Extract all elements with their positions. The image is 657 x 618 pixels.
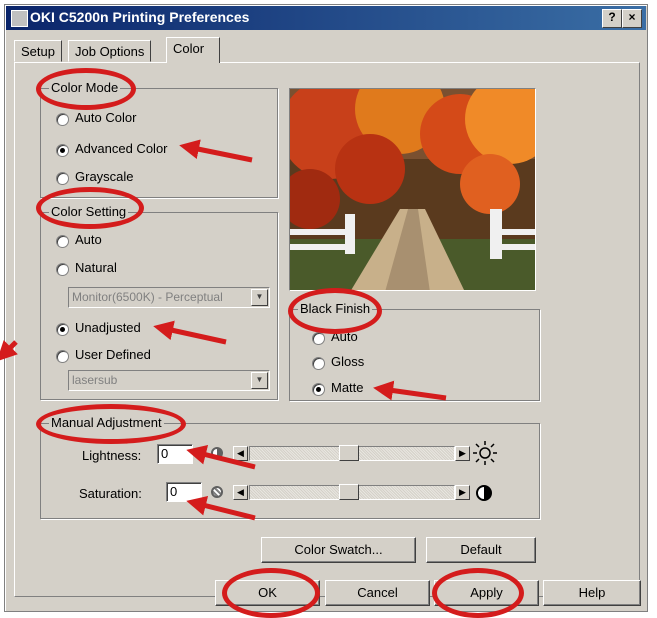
radio-matte[interactable] xyxy=(312,383,325,396)
matte-label: Matte xyxy=(331,380,364,395)
help-title-button[interactable]: ? xyxy=(602,9,622,28)
user-profile-value: lasersub xyxy=(72,373,118,387)
sun-icon xyxy=(472,440,498,466)
radio-grayscale[interactable] xyxy=(56,172,69,185)
radio-advanced-color[interactable] xyxy=(56,144,69,157)
color-setting-highlight xyxy=(36,187,144,229)
lightness-right-arrow[interactable]: ▶ xyxy=(455,446,470,461)
apply-highlight xyxy=(432,568,524,618)
lightness-label: Lightness: xyxy=(82,448,142,463)
tab-job-options[interactable]: Job Options xyxy=(68,40,152,62)
saturation-label: Saturation: xyxy=(79,486,142,501)
lightness-input[interactable]: 0 xyxy=(157,444,193,464)
lightness-slider-thumb[interactable] xyxy=(339,445,359,461)
unadjusted-label: Unadjusted xyxy=(75,320,141,335)
natural-profile-value: Monitor(6500K) - Perceptual xyxy=(72,290,223,304)
radio-auto-setting[interactable] xyxy=(56,235,69,248)
natural-profile-select[interactable]: Monitor(6500K) - Perceptual ▼ xyxy=(68,287,270,308)
chevron-down-icon[interactable]: ▼ xyxy=(251,289,268,306)
manual-adjustment-highlight xyxy=(36,404,186,444)
color-mode-highlight xyxy=(36,68,136,110)
autumn-road-picture xyxy=(290,89,535,290)
saturation-slider-thumb[interactable] xyxy=(339,484,359,500)
radio-black-auto[interactable] xyxy=(312,332,325,345)
default-button[interactable]: Default xyxy=(426,537,536,563)
natural-label: Natural xyxy=(75,260,117,275)
saturation-right-arrow[interactable]: ▶ xyxy=(455,485,470,500)
ok-highlight xyxy=(222,568,320,618)
saturation-left-arrow[interactable]: ◀ xyxy=(233,485,248,500)
saturation-input[interactable]: 0 xyxy=(166,482,202,502)
user-profile-select[interactable]: lasersub ▼ xyxy=(68,370,270,391)
advanced-color-label: Advanced Color xyxy=(75,141,168,156)
contrast-icon xyxy=(476,485,492,501)
saturation-reset-icon[interactable] xyxy=(211,486,223,498)
color-swatch-button[interactable]: Color Swatch... xyxy=(261,537,416,563)
gloss-label: Gloss xyxy=(331,354,365,369)
radio-auto-color[interactable] xyxy=(56,113,69,126)
radio-gloss[interactable] xyxy=(312,357,325,370)
color-preview-image xyxy=(289,88,536,291)
chevron-down-icon[interactable]: ▼ xyxy=(251,372,268,389)
printer-icon xyxy=(11,10,28,27)
radio-unadjusted[interactable] xyxy=(56,323,69,336)
black-finish-highlight xyxy=(288,288,382,334)
tab-setup[interactable]: Setup xyxy=(14,40,62,62)
window-title: OKI C5200n Printing Preferences xyxy=(30,9,250,25)
auto-setting-label: Auto xyxy=(75,232,102,247)
radio-natural[interactable] xyxy=(56,263,69,276)
title-bar[interactable]: OKI C5200n Printing Preferences ? × xyxy=(6,6,646,30)
user-defined-label: User Defined xyxy=(75,347,151,362)
close-title-button[interactable]: × xyxy=(622,9,642,28)
auto-color-label: Auto Color xyxy=(75,110,137,125)
grayscale-label: Grayscale xyxy=(75,169,134,184)
radio-user-defined[interactable] xyxy=(56,350,69,363)
lightness-left-arrow[interactable]: ◀ xyxy=(233,446,248,461)
tab-color[interactable]: Color xyxy=(166,37,220,63)
help-button[interactable]: Help xyxy=(543,580,641,606)
cancel-button[interactable]: Cancel xyxy=(325,580,430,606)
lightness-reset-icon[interactable] xyxy=(211,447,223,459)
